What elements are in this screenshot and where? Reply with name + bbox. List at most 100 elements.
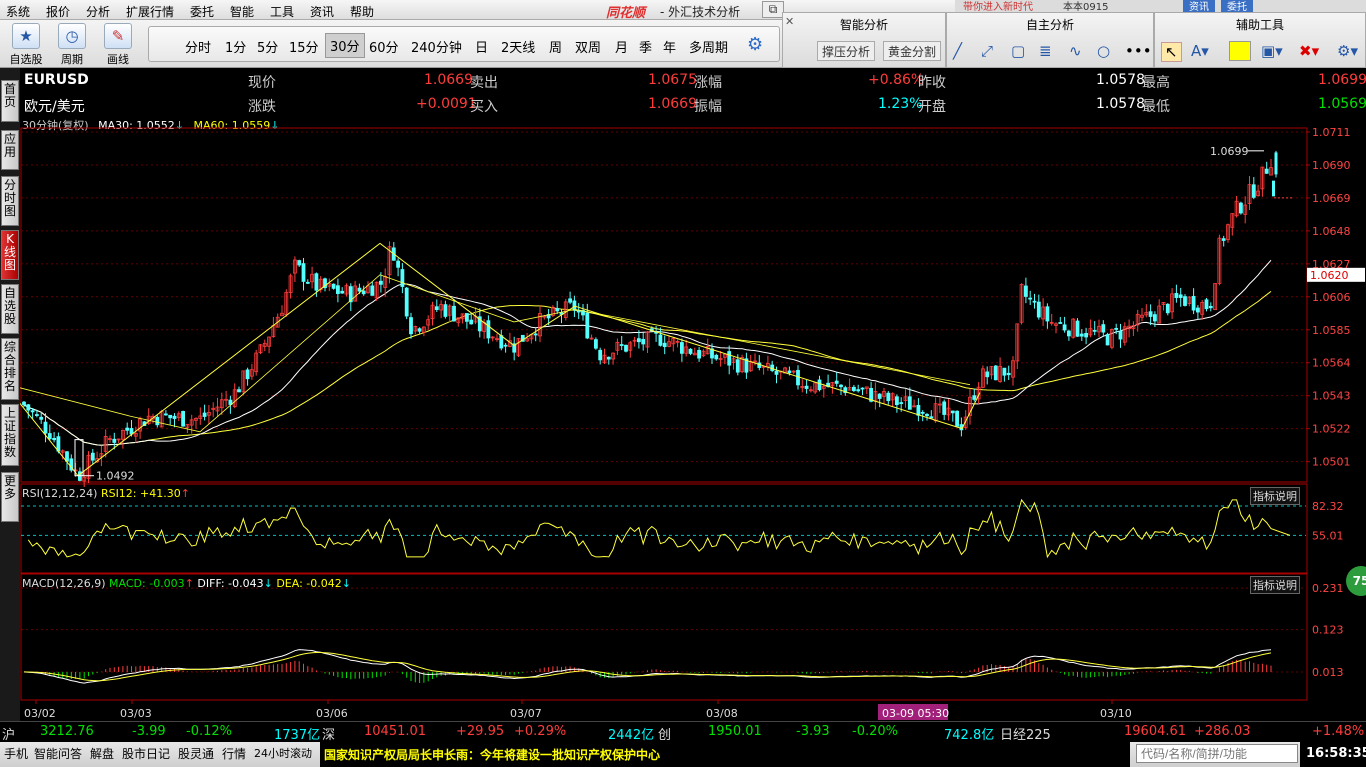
menu-smart[interactable]: 智能 — [230, 3, 254, 20]
candle-body — [452, 305, 456, 322]
chart-grid — [20, 127, 1308, 701]
candle-body — [52, 437, 56, 441]
sidebar-item-shindex[interactable]: 上证指数 — [1, 404, 19, 466]
circle-icon[interactable]: ○ — [1097, 42, 1110, 60]
period-quarter[interactable]: 季 — [639, 37, 652, 56]
period-day[interactable]: 日 — [475, 37, 488, 56]
candle-body — [331, 283, 336, 289]
period-multi[interactable]: 多周期 — [689, 37, 728, 56]
bottom-gulingtong[interactable]: 股灵通 — [178, 745, 214, 762]
menu-system[interactable]: 系统 — [6, 3, 30, 20]
gear-icon[interactable]: ⚙ — [747, 34, 763, 55]
menu-quote[interactable]: 报价 — [46, 3, 70, 20]
sidebar-item-timeshare[interactable]: 分时图 — [1, 176, 19, 226]
price-axis-label: 1.0522 — [1312, 423, 1351, 436]
candle-body — [1006, 372, 1011, 376]
x-axis-label: 03/10 — [1100, 707, 1132, 720]
text-icon[interactable]: A▾ — [1191, 42, 1209, 60]
period-240m[interactable]: 240分钟 — [411, 37, 462, 56]
macd-axis-label: 0.231 — [1312, 582, 1344, 595]
period-60m[interactable]: 60分 — [369, 37, 399, 56]
line-icon[interactable]: ╱ — [953, 42, 962, 60]
search-input[interactable] — [1136, 744, 1298, 763]
period-year[interactable]: 年 — [663, 37, 676, 56]
candle-body — [1274, 152, 1278, 175]
channel-icon[interactable]: ≣ — [1039, 42, 1052, 60]
close-icon[interactable]: ✕ — [785, 15, 794, 28]
period-2day[interactable]: 2天线 — [501, 37, 535, 56]
color-swatch[interactable] — [1229, 41, 1251, 61]
sidebar-item-ranking[interactable]: 综合排名 — [1, 338, 19, 400]
period-tool[interactable]: ◷ 周期 — [52, 23, 92, 67]
bottom-24h[interactable]: 24小时滚动 — [254, 745, 312, 761]
ray-icon[interactable]: ⤢ — [981, 42, 993, 60]
candle-body — [155, 416, 160, 426]
style-icon[interactable]: ▣▾ — [1261, 42, 1283, 60]
candles — [22, 150, 1292, 488]
draw-tool[interactable]: ✎ 画线 — [98, 23, 138, 67]
rsi-panel: 82.32 55.01 — [21, 498, 1344, 559]
price-axis-label: 1.0585 — [1312, 324, 1351, 337]
current-price-label: 1.0620 — [1310, 269, 1349, 282]
restore-icon[interactable]: ⧉ — [762, 1, 784, 18]
period-30m[interactable]: 30分 — [325, 33, 365, 58]
sidebar-item-apps[interactable]: 应用 — [1, 130, 19, 170]
period-2week[interactable]: 双周 — [575, 37, 601, 56]
period-timeshare[interactable]: 分时 — [185, 37, 211, 56]
settings-icon[interactable]: ⚙▾ — [1337, 42, 1358, 60]
period-1m[interactable]: 1分 — [225, 37, 246, 56]
menu-news[interactable]: 资讯 — [310, 3, 334, 20]
candle-body — [985, 371, 990, 378]
macd-axis-label: 0.123 — [1312, 624, 1344, 637]
bottom-market[interactable]: 行情 — [222, 745, 246, 762]
macd-explain-button[interactable]: 指标说明 — [1250, 576, 1300, 594]
support-resistance-button[interactable]: 撑压分析 — [817, 41, 876, 61]
candle-body — [1105, 334, 1110, 346]
candle-body — [852, 386, 856, 392]
bottom-mobile[interactable]: 手机 — [4, 745, 28, 762]
wave-icon[interactable]: ∿ — [1069, 42, 1082, 60]
menu-trade[interactable]: 委托 — [190, 3, 214, 20]
more-icon[interactable]: ••• — [1125, 42, 1152, 60]
golden-section-button[interactable]: 黄金分割 — [883, 41, 942, 61]
sidebar-item-watchlist[interactable]: 自选股 — [1, 284, 19, 334]
nk-pct: +1.48% — [1312, 724, 1365, 739]
value-prev: 1.0578 — [1096, 72, 1145, 88]
period-5m[interactable]: 5分 — [257, 37, 278, 56]
candle-body — [877, 393, 882, 399]
menu-analysis[interactable]: 分析 — [86, 3, 110, 20]
max-price-label: 1.0699 — [1210, 145, 1249, 158]
candle-body — [804, 385, 809, 389]
watchlist-tool[interactable]: ★ 自选股 — [6, 23, 46, 67]
sidebar-item-more[interactable]: 更多 — [1, 472, 19, 522]
bottom-diary[interactable]: 股市日记 — [122, 745, 170, 762]
pointer-icon[interactable]: ↖ — [1161, 42, 1182, 62]
self-analysis-title: 自主分析 — [1025, 18, 1074, 32]
menu-help[interactable]: 帮助 — [350, 3, 374, 20]
candle-body — [735, 359, 740, 373]
period-15m[interactable]: 15分 — [289, 37, 319, 56]
candle-body — [400, 269, 405, 287]
menu-ext[interactable]: 扩展行情 — [126, 3, 174, 20]
sidebar-item-kline[interactable]: K线图 — [1, 230, 19, 280]
candle-body — [624, 344, 628, 352]
news-ticker[interactable]: 国家知识产权局局长申长雨：今年将建设一批知识产权保护中心 — [320, 742, 1130, 767]
rsi-explain-button[interactable]: 指标说明 — [1250, 487, 1300, 505]
period-month[interactable]: 月 — [615, 37, 628, 56]
candle-body — [378, 280, 383, 285]
bottom-qa[interactable]: 智能问答 — [34, 745, 82, 762]
candle-body — [787, 370, 792, 374]
price-axis-label: 1.0711 — [1312, 127, 1351, 139]
rect-icon[interactable]: ▢ — [1011, 42, 1025, 60]
candle-body — [697, 349, 701, 359]
delete-icon[interactable]: ✖▾ — [1299, 42, 1319, 60]
zigzag-lines: 1.0492 1.0699 — [20, 145, 1264, 483]
candle-body — [1153, 314, 1157, 322]
sz-value: 10451.01 — [364, 724, 427, 739]
period-week[interactable]: 周 — [549, 37, 562, 56]
sidebar-item-home[interactable]: 首页 — [1, 80, 19, 122]
rsi-axis-label: 82.32 — [1312, 500, 1344, 513]
menu-tools[interactable]: 工具 — [270, 3, 294, 20]
bottom-jiepan[interactable]: 解盘 — [90, 745, 114, 762]
kline-chart[interactable]: 1.0492 1.0699 1.0711 1.0690 1.0669 1.0648 1.0… — [20, 127, 1366, 721]
